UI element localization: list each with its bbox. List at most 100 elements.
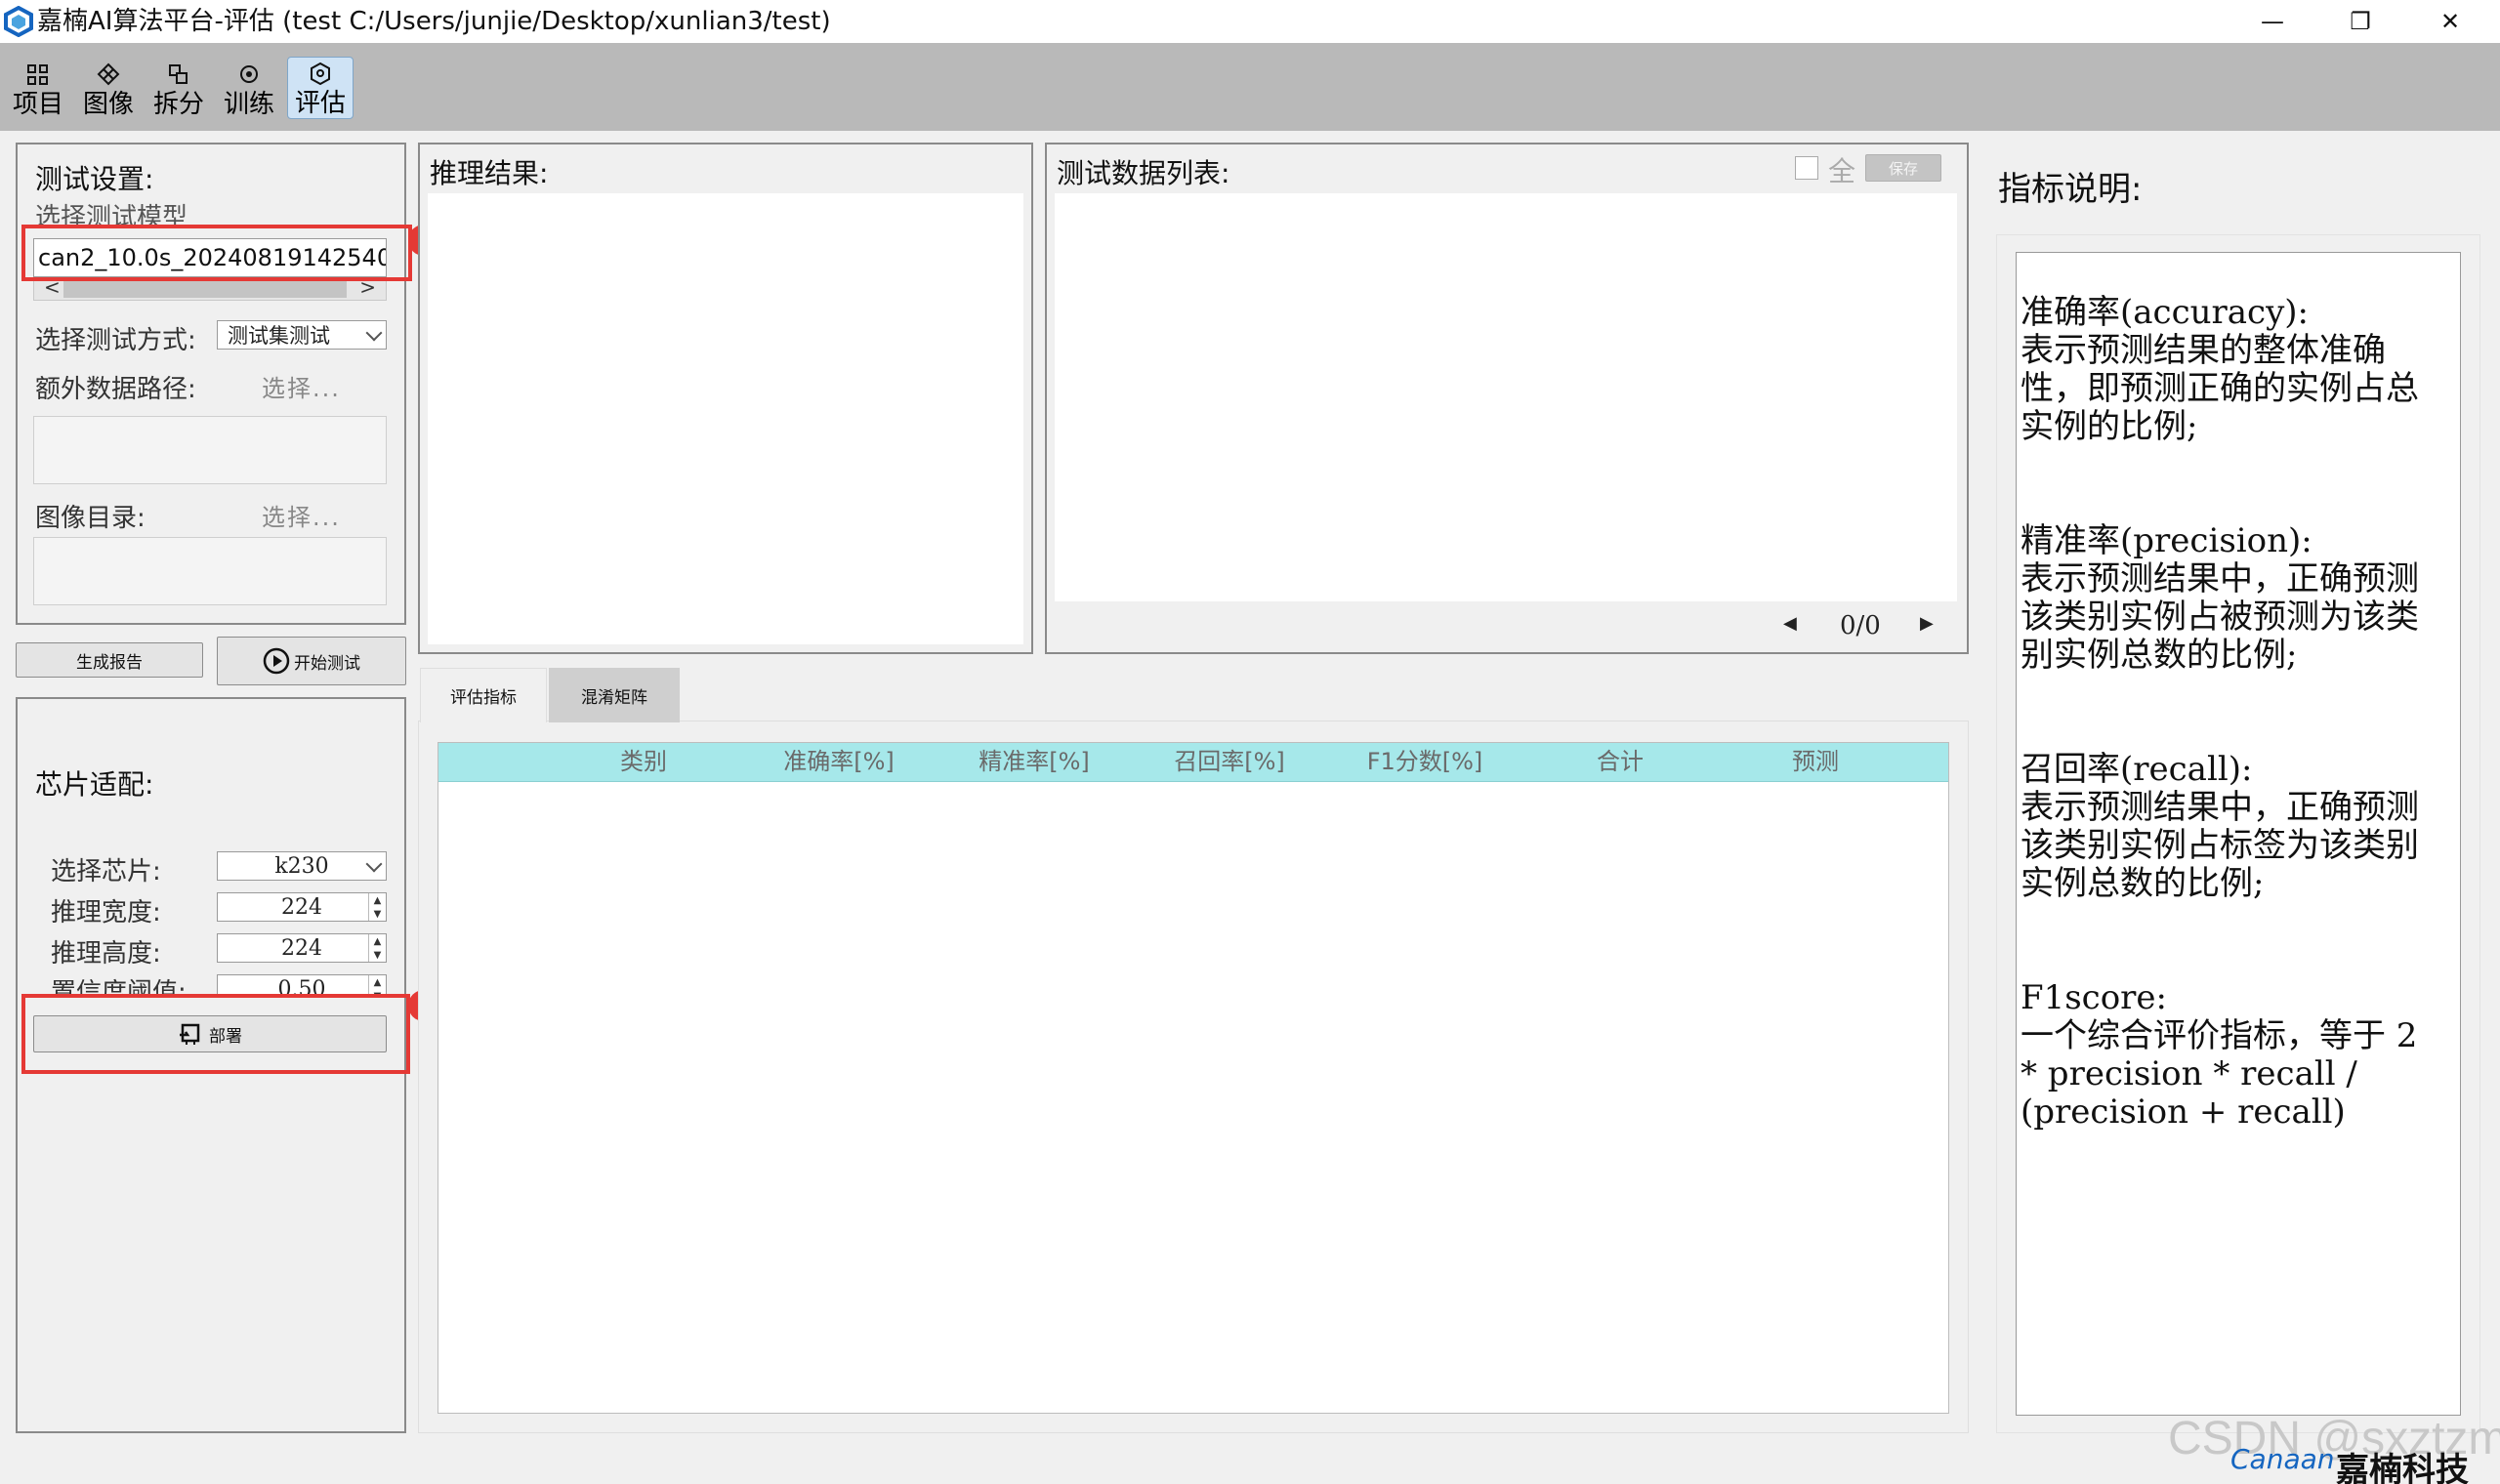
col-header-predict: 预测: [1792, 748, 1839, 775]
infer-height-label: 推理高度:: [51, 939, 161, 969]
test-data-list[interactable]: [1055, 193, 1957, 601]
extra-path-display: [33, 416, 387, 484]
annotation-box-2: [21, 994, 410, 1074]
tab-confusion-matrix[interactable]: 混淆矩阵: [549, 668, 680, 722]
stepper-up-icon[interactable]: ▲: [374, 977, 382, 988]
f1-line: (precision + recall): [2021, 1092, 2346, 1132]
stepper-up-icon[interactable]: ▲: [374, 936, 382, 947]
next-page-icon[interactable]: ▶: [1920, 613, 1934, 634]
generate-report-button[interactable]: 生成报告: [16, 642, 203, 678]
chip-adapt-title: 芯片适配:: [35, 768, 154, 801]
extra-path-choose-button[interactable]: 选择...: [262, 369, 341, 403]
title-bar: 嘉楠AI算法平台-评估 (test C:/Users/junjie/Deskto…: [0, 0, 2500, 43]
chevron-down-icon: [365, 855, 383, 873]
stepper-down-icon[interactable]: ▼: [374, 909, 382, 920]
infer-width-value: 224: [281, 894, 322, 920]
prev-page-icon[interactable]: ◀: [1783, 613, 1797, 634]
page-indicator: 0/0: [1840, 611, 1881, 640]
chip-select[interactable]: k230: [217, 851, 387, 881]
start-test-label: 开始测试: [294, 653, 360, 674]
col-header-precision: 精准率[%]: [979, 748, 1090, 775]
image-icon: [97, 62, 120, 86]
extra-path-label: 额外数据路径:: [35, 375, 196, 404]
split-icon: [169, 64, 188, 84]
precision-title: 精准率(precision):: [2021, 521, 2312, 560]
toolbar-image-button[interactable]: 图像: [76, 57, 141, 119]
f1-note: F1score: 一个综合评价指标，等于 2 * precision * rec…: [2021, 979, 2460, 1132]
app-logo-icon: [4, 6, 33, 37]
select-all-checkbox[interactable]: [1795, 156, 1818, 180]
accuracy-title: 准确率(accuracy):: [2021, 293, 2310, 332]
metrics-table: 类别 准确率[%] 精准率[%] 召回率[%] F1分数[%] 合计 预测: [438, 742, 1949, 1414]
stepper-buttons[interactable]: ▲ ▼: [368, 893, 386, 921]
threshold-label: 置信度阈值:: [51, 978, 187, 996]
f1-line: * precision * recall /: [2021, 1054, 2357, 1093]
test-settings-title: 测试设置:: [35, 163, 154, 195]
stepper-down-icon[interactable]: ▼: [374, 950, 382, 961]
brand-logo-cn: 嘉楠科技: [2336, 1451, 2469, 1484]
tab-metrics[interactable]: 评估指标: [420, 668, 547, 722]
method-select-value: 测试集测试: [228, 324, 330, 348]
precision-note: 精准率(precision): 表示预测结果中，正确预测 该类别实例占被预测为该…: [2021, 522, 2460, 675]
method-select[interactable]: 测试集测试: [217, 320, 387, 350]
f1-title: F1score:: [2021, 978, 2168, 1017]
accuracy-line: 表示预测结果的整体准确: [2021, 331, 2386, 370]
infer-width-stepper[interactable]: 224 ▲ ▼: [217, 892, 387, 922]
main-toolbar: [0, 43, 2500, 131]
train-icon: [240, 65, 258, 83]
toolbar-project-label: 项目: [12, 90, 63, 119]
save-button[interactable]: 保存: [1865, 154, 1941, 182]
recall-title: 召回率(recall):: [2021, 750, 2253, 789]
annotation-box-1: [21, 225, 412, 281]
accuracy-note: 准确率(accuracy): 表示预测结果的整体准确 性，即预测正确的实例占总 …: [2021, 294, 2460, 446]
infer-height-stepper[interactable]: 224 ▲ ▼: [217, 933, 387, 963]
metrics-table-header: 类别 准确率[%] 精准率[%] 召回率[%] F1分数[%] 合计 预测: [438, 743, 1948, 782]
toolbar-split-label: 拆分: [152, 90, 204, 119]
window-title: 嘉楠AI算法平台-评估 (test C:/Users/junjie/Deskto…: [37, 7, 831, 36]
minimize-button[interactable]: —: [2229, 0, 2316, 43]
precision-line: 该类别实例占被预测为该类: [2021, 598, 2419, 637]
recall-note: 召回率(recall): 表示预测结果中，正确预测 该类别实例占标签为该类别 实…: [2021, 751, 2460, 903]
close-button[interactable]: ✕: [2406, 0, 2494, 43]
stepper-buttons[interactable]: ▲ ▼: [368, 934, 386, 962]
metric-notes-title: 指标说明:: [1998, 170, 2143, 209]
play-icon: [263, 647, 290, 675]
precision-line: 别实例总数的比例;: [2021, 636, 2298, 675]
infer-width-label: 推理宽度:: [51, 898, 161, 928]
start-test-button[interactable]: 开始测试: [217, 637, 406, 685]
infer-height-value: 224: [281, 935, 322, 961]
inference-result-area: [428, 193, 1023, 644]
maximize-button[interactable]: ❐: [2316, 0, 2404, 43]
toolbar-train-button[interactable]: 训练: [217, 57, 281, 119]
toolbar-evaluate-button[interactable]: 评估: [287, 57, 354, 119]
recall-line: 实例总数的比例;: [2021, 864, 2265, 903]
threshold-row-clip: 置信度阈值: 0.50 ▲ ▼: [39, 972, 391, 996]
recall-line: 表示预测结果中，正确预测: [2021, 788, 2419, 827]
col-header-class: 类别: [620, 748, 667, 775]
scrollbar-thumb[interactable]: [63, 280, 347, 298]
project-icon: [27, 64, 48, 85]
brand-logo-en: Canaan: [2230, 1443, 2335, 1475]
chevron-down-icon: [365, 324, 383, 342]
stepper-up-icon[interactable]: ▲: [374, 895, 382, 906]
f1-line: 一个综合评价指标，等于 2: [2021, 1016, 2418, 1055]
inference-title: 推理结果:: [430, 157, 549, 189]
precision-line: 表示预测结果中，正确预测: [2021, 559, 2419, 598]
accuracy-line: 性，即预测正确的实例占总: [2021, 369, 2419, 408]
select-all-label: 全: [1828, 155, 1856, 187]
toolbar-project-button[interactable]: 项目: [6, 57, 70, 119]
threshold-stepper[interactable]: 0.50 ▲ ▼: [217, 974, 387, 996]
image-dir-choose-button[interactable]: 选择...: [262, 498, 341, 532]
evaluate-icon: [311, 62, 330, 86]
stepper-buttons[interactable]: ▲ ▼: [368, 975, 386, 996]
col-header-f1: F1分数[%]: [1366, 748, 1483, 775]
col-header-total: 合计: [1597, 748, 1644, 775]
toolbar-train-label: 训练: [223, 90, 274, 119]
chip-select-label: 选择芯片:: [51, 857, 161, 886]
metric-notes-text: 准确率(accuracy): 表示预测结果的整体准确 性，即预测正确的实例占总 …: [2016, 252, 2461, 1416]
accuracy-line: 实例的比例;: [2021, 407, 2198, 446]
col-header-recall: 召回率[%]: [1174, 748, 1285, 775]
method-label: 选择测试方式:: [35, 326, 196, 355]
image-dir-label: 图像目录:: [35, 504, 146, 533]
toolbar-split-button[interactable]: 拆分: [146, 57, 211, 119]
